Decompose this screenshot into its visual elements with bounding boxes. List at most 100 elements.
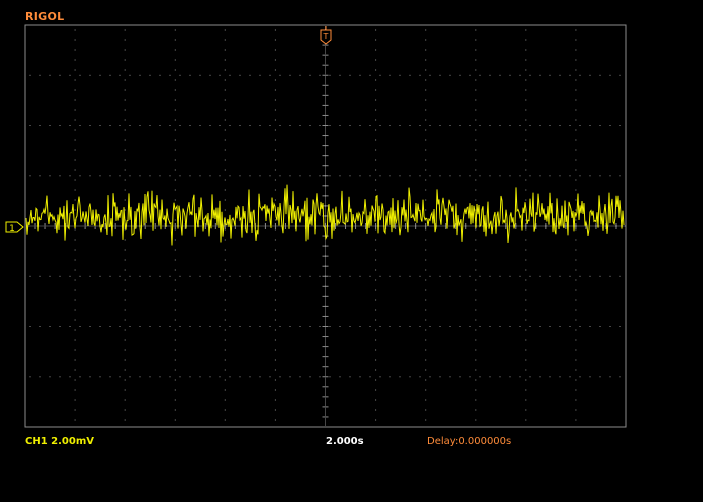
grid-dot [425,379,427,381]
grid-dot [575,179,577,181]
grid-dot [348,225,350,227]
grid-dot [459,74,461,76]
grid-dot [274,349,276,351]
ch1-scale-readout: CH1 2.00mV [25,436,94,447]
grid-dot [575,89,577,91]
grid-dot [325,56,326,58]
grid-dot [29,326,31,327]
grid-dot [325,130,326,132]
grid-dot [325,370,326,372]
grid-dot [325,242,326,244]
grid-dot [325,290,326,292]
grid-dot [70,225,72,227]
grid-dot [224,209,226,211]
grid-dot [74,309,76,311]
grid-dot [575,389,577,391]
grid-dot [475,259,477,261]
grid-dot [276,225,278,227]
ch1-marker-label: 1 [9,224,15,234]
grid-dot [375,369,377,371]
grid-dot [325,360,326,362]
grid-dot [74,389,76,391]
grid-dot [575,239,577,241]
grid-dot [432,225,434,227]
grid-dot [325,374,326,376]
grid-dot [325,46,326,48]
grid-dot [325,410,326,412]
grid-dot [388,225,390,227]
grid-dot [74,59,76,61]
grid-dot [525,69,527,71]
grid-dot [339,175,341,177]
grid-dot [124,299,126,301]
grid-dot [359,125,361,126]
grid-dot [74,49,76,51]
grid-dot [224,399,226,401]
grid-dot [269,376,271,378]
trigger-position-marker[interactable]: T [320,26,332,45]
grid-dot [224,59,226,61]
grid-dot [325,278,326,280]
grid-dot [29,376,31,378]
grid-dot [425,69,427,71]
grid-dot [274,39,276,41]
grid-dot [74,39,76,41]
grid-dot [219,175,221,177]
ch1-reference-marker[interactable]: 1 [5,221,24,234]
grid-dot [229,175,231,177]
grid-dot [199,275,201,277]
grid-dot [299,326,301,327]
grid-dot [219,74,221,76]
grid-dot [575,359,577,361]
grid-dot [302,225,304,227]
grid-dot [575,269,577,271]
grid-dot [325,118,326,120]
grid-dot [229,326,231,327]
grid-dot [29,175,31,177]
grid-dot [274,269,276,271]
grid-dot [375,269,377,271]
grid-dot [409,275,411,277]
grid-dot [325,212,326,214]
grid-dot [72,225,74,227]
grid-dot [339,326,341,327]
grid-dot [472,225,474,227]
grid-dot [174,109,176,111]
grid-dot [69,125,71,126]
grid-dot [529,175,531,177]
grid-dot [375,239,377,241]
grid-dot [74,169,76,171]
grid-dot [74,269,76,271]
grid-dot [74,179,76,181]
grid-dot [239,376,241,378]
grid-dot [74,349,76,351]
grid-dot [475,199,477,201]
grid-dot [479,326,481,327]
grid-dot [575,369,577,371]
grid-dot [549,275,551,277]
grid-dot [589,275,591,277]
grid-dot [325,156,326,158]
grid-dot [124,249,126,251]
grid-dot [325,246,326,248]
grid-dot [236,225,238,227]
grid-dot [425,319,427,321]
grid-dot [29,74,31,76]
grid-dot [325,142,326,144]
grid-dot [375,119,377,121]
grid-dot [174,379,176,381]
grid-dot [525,29,527,31]
grid-dot [425,349,427,351]
grid-dot [69,326,71,327]
grid-dot [425,399,427,401]
grid-dot [619,326,621,327]
grid-dot [375,259,377,261]
grid-dot [274,239,276,241]
grid-dot [469,74,471,76]
grid-dot [429,175,431,177]
grid-dot [219,376,221,378]
grid-dot [429,376,431,378]
grid-dot [422,225,424,227]
grid-dot [525,239,527,241]
grid-dot [369,125,371,126]
